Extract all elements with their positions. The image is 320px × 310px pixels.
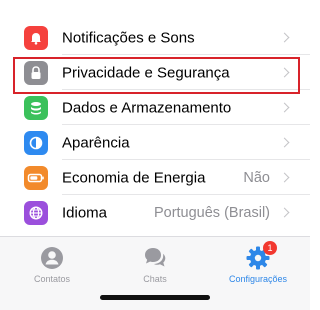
settings-item-notifications[interactable]: Notificações e Sons (0, 20, 310, 55)
settings-item-language[interactable]: Idioma Português (Brasil) (0, 195, 310, 230)
settings-item-label: Dados e Armazenamento (62, 99, 232, 116)
chevron-right-icon (279, 137, 290, 147)
settings-item-data-storage[interactable]: Dados e Armazenamento (0, 90, 310, 125)
tab-label: Configurações (228, 274, 288, 284)
settings-item-energy-saving[interactable]: Economia de Energia Não (0, 160, 310, 195)
settings-item-appearance[interactable]: Aparência (0, 125, 310, 160)
chevron-right-icon (279, 32, 290, 42)
settings-item-label: Privacidade e Segurança (62, 64, 230, 81)
notification-badge: 1 (263, 241, 277, 255)
chat-bubbles-icon (142, 245, 168, 271)
lock-icon (24, 60, 48, 85)
tab-settings[interactable]: 1 Configurações (213, 241, 303, 287)
battery-icon (24, 165, 48, 190)
globe-icon (24, 200, 48, 225)
settings-item-value: Português (Brasil) (153, 204, 270, 221)
notification-icon (24, 25, 48, 50)
chevron-right-icon (279, 172, 290, 182)
person-icon (39, 245, 65, 271)
settings-list: Notificações e Sons Privacidade e Segura… (0, 20, 310, 230)
chevron-right-icon (279, 207, 290, 217)
tab-label: Contatos (33, 274, 71, 284)
settings-item-label: Idioma (62, 204, 108, 221)
settings-item-value: Não (243, 169, 270, 186)
tab-contacts[interactable]: Contatos (7, 245, 97, 287)
settings-item-label: Notificações e Sons (62, 29, 195, 46)
tab-label: Chats (143, 274, 167, 284)
chevron-right-icon (279, 67, 290, 77)
settings-screen: Notificações e Sons Privacidade e Segura… (0, 0, 310, 310)
settings-item-label: Aparência (62, 134, 130, 151)
settings-item-label: Economia de Energia (62, 169, 206, 186)
settings-item-privacy[interactable]: Privacidade e Segurança (0, 55, 310, 90)
gear-icon: 1 (245, 241, 277, 271)
home-indicator (100, 295, 210, 300)
tab-chats[interactable]: Chats (110, 245, 200, 287)
appearance-icon (24, 130, 48, 155)
chevron-right-icon (279, 102, 290, 112)
database-icon (24, 95, 48, 120)
